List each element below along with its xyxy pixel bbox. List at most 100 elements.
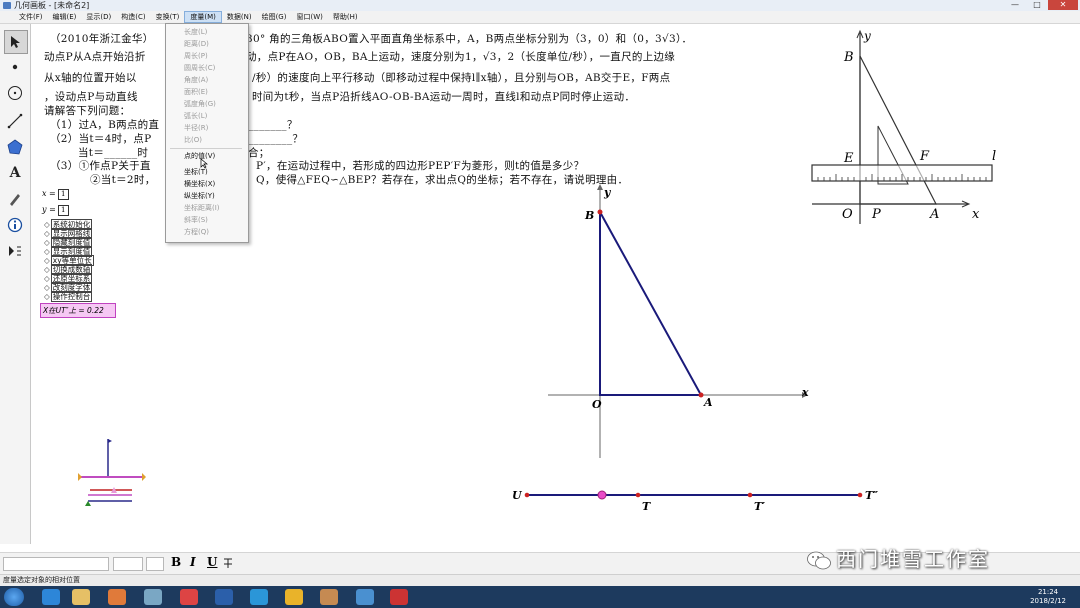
question-2b: ________？: [248, 133, 304, 145]
menu-transform[interactable]: 变换(T): [151, 11, 185, 23]
triangle-abo[interactable]: [599, 211, 703, 396]
menu-item-perimeter: 周长(P): [184, 52, 208, 60]
param-y[interactable]: y = 1: [42, 205, 69, 216]
menu-item-ordinate[interactable]: 纵坐标(Y): [184, 191, 215, 201]
param-x-value[interactable]: 1: [57, 189, 69, 200]
menu-item-slope: 斜率(S): [184, 216, 208, 224]
problem-line-3a: 从x轴的位置开始以: [44, 72, 137, 84]
point-tool-icon[interactable]: [4, 56, 26, 78]
system-clock[interactable]: 21:24 2018/2/12: [1030, 588, 1066, 606]
window-title: 几何画板 - [未命名2]: [14, 1, 90, 10]
menu-bar: 文件(F) 编辑(E) 显示(D) 构造(C) 变换(T) 度量(M) 数据(N…: [0, 11, 1080, 24]
close-button[interactable]: ✕: [1048, 0, 1078, 10]
start-button[interactable]: [4, 588, 24, 606]
info-tool-icon[interactable]: [4, 214, 26, 236]
ref-label-b: B: [843, 50, 854, 65]
point-b[interactable]: [597, 209, 603, 215]
menu-measure[interactable]: 度量(M): [184, 11, 222, 23]
slider-point-t-prime[interactable]: [747, 492, 753, 498]
font-size-select[interactable]: [113, 557, 143, 571]
menu-help[interactable]: 帮助(H): [328, 11, 363, 23]
slider-track[interactable]: U T T′ T″: [508, 482, 888, 512]
custom-tool-icon[interactable]: [4, 240, 26, 262]
ref-label-x: x: [972, 207, 980, 222]
param-x-label: x =: [42, 189, 56, 198]
menu-item-coordinate[interactable]: 坐标(T): [184, 167, 208, 177]
action-button-console[interactable]: ◇ 操作控制台: [44, 291, 93, 302]
maximize-button[interactable]: □: [1026, 0, 1048, 10]
slider-point-t[interactable]: [635, 492, 641, 498]
app-icon-4[interactable]: [356, 589, 374, 605]
slider-point-u[interactable]: [524, 492, 530, 498]
cloud-icon[interactable]: [250, 589, 268, 605]
bold-button[interactable]: B: [171, 555, 181, 569]
menu-construct[interactable]: 构造(C): [116, 11, 150, 23]
menu-item-abscissa[interactable]: 横坐标(X): [184, 179, 215, 189]
marker-tool-icon[interactable]: [4, 188, 26, 210]
problem-line-2a: 动点P从A点开始沿折: [44, 51, 146, 63]
text-tool-icon[interactable]: A: [4, 162, 26, 184]
menu-file[interactable]: 文件(F): [14, 11, 48, 23]
polygon-tool-icon[interactable]: [4, 136, 26, 158]
param-x[interactable]: x = 1: [42, 189, 69, 200]
arrow-tool-icon[interactable]: [4, 30, 28, 54]
question-2a: （2）当t＝4时，点P: [50, 133, 152, 145]
question-3c: ②当t＝2时，: [90, 174, 156, 186]
menu-item-angle: 角度(A): [184, 76, 209, 84]
status-text: 度量选定对象的相对位置: [3, 576, 80, 584]
menu-item-arc-angle: 弧度角(G): [184, 100, 216, 108]
math-format-icon[interactable]: [222, 556, 234, 573]
slider-point-x[interactable]: [597, 490, 607, 500]
problem-line-1b: 30° 角的三角板ABO置入平面直角坐标系中，A，B两点坐标分别为（3，0）和（…: [246, 33, 693, 45]
compass-tool-icon[interactable]: [4, 82, 26, 104]
question-1a: （1）过A，B两点的直: [50, 119, 160, 131]
app-icon-3[interactable]: [320, 589, 338, 605]
mini-handle-right[interactable]: [142, 473, 146, 481]
menu-display[interactable]: 显示(D): [81, 11, 116, 23]
problem-line-4b: 时间为t秒，当点P沿折线AO-OB-BA运动一周时，直线l和动点P同时停止运动．: [252, 91, 636, 103]
menu-item-coordinate-distance: 坐标距离(I): [184, 204, 220, 212]
chrome-icon[interactable]: [285, 589, 303, 605]
point-a[interactable]: [698, 392, 704, 398]
word-icon[interactable]: [215, 589, 233, 605]
action-button-label: 操作控制台: [50, 291, 93, 302]
menu-data[interactable]: 数据(N): [222, 11, 257, 23]
measure-dropdown-menu[interactable]: 长度(L) 距离(D) 周长(P) 圆周长(C) 角度(A) 面积(E) 弧度角…: [165, 23, 249, 243]
ref-label-f: F: [919, 149, 930, 164]
problem-line-3b: /秒）的速度向上平行移动（即移动过程中保持l∥x轴），且分别与OB，AB交于E，…: [252, 72, 671, 84]
minimize-button[interactable]: —: [1004, 0, 1026, 10]
menu-edit[interactable]: 编辑(E): [48, 11, 82, 23]
clock-time: 21:24: [1037, 588, 1059, 596]
line-tool-icon[interactable]: [4, 110, 26, 132]
wechat-icon: [807, 551, 831, 569]
app-icon: [3, 2, 11, 9]
mini-animation-widget[interactable]: [74, 435, 154, 510]
measurement-readout[interactable]: X在UT″上 = 0.22: [40, 303, 116, 318]
label-u: U: [512, 489, 523, 502]
label-t: T: [642, 500, 651, 512]
menu-graph[interactable]: 绘图(G): [257, 11, 292, 23]
status-bar: 度量选定对象的相对位置: [0, 574, 1080, 586]
menu-item-arc-length: 弧长(L): [184, 112, 208, 120]
ie-icon[interactable]: [42, 589, 60, 605]
italic-button[interactable]: I: [190, 555, 196, 569]
param-y-value[interactable]: 1: [57, 205, 69, 216]
text-color-select[interactable]: [146, 557, 164, 571]
underline-button[interactable]: U: [207, 555, 217, 569]
watermark: 西门堆雪工作室: [806, 543, 990, 572]
coordinate-graph[interactable]: B O A x y: [540, 180, 830, 470]
app-icon-1[interactable]: [144, 589, 162, 605]
font-family-select[interactable]: [3, 557, 109, 571]
media-icon[interactable]: [108, 589, 126, 605]
geometry-app-icon[interactable]: [390, 589, 408, 605]
y-axis-arrow: [597, 184, 603, 190]
ref-label-y: y: [863, 29, 871, 43]
slider-point-t-double-prime[interactable]: [857, 492, 863, 498]
menu-item-distance: 距离(D): [184, 40, 209, 48]
mini-handle-left[interactable]: [78, 473, 82, 481]
explorer-icon[interactable]: [72, 589, 90, 605]
problem-line-2b: 动，点P在AO，OB，BA上运动，速度分别为1，√3，2（长度单位/秒），一直尺…: [246, 51, 676, 63]
question-3a: （3）①作点P关于直: [50, 160, 151, 172]
menu-window[interactable]: 窗口(W): [291, 11, 327, 23]
app-icon-2[interactable]: [180, 589, 198, 605]
